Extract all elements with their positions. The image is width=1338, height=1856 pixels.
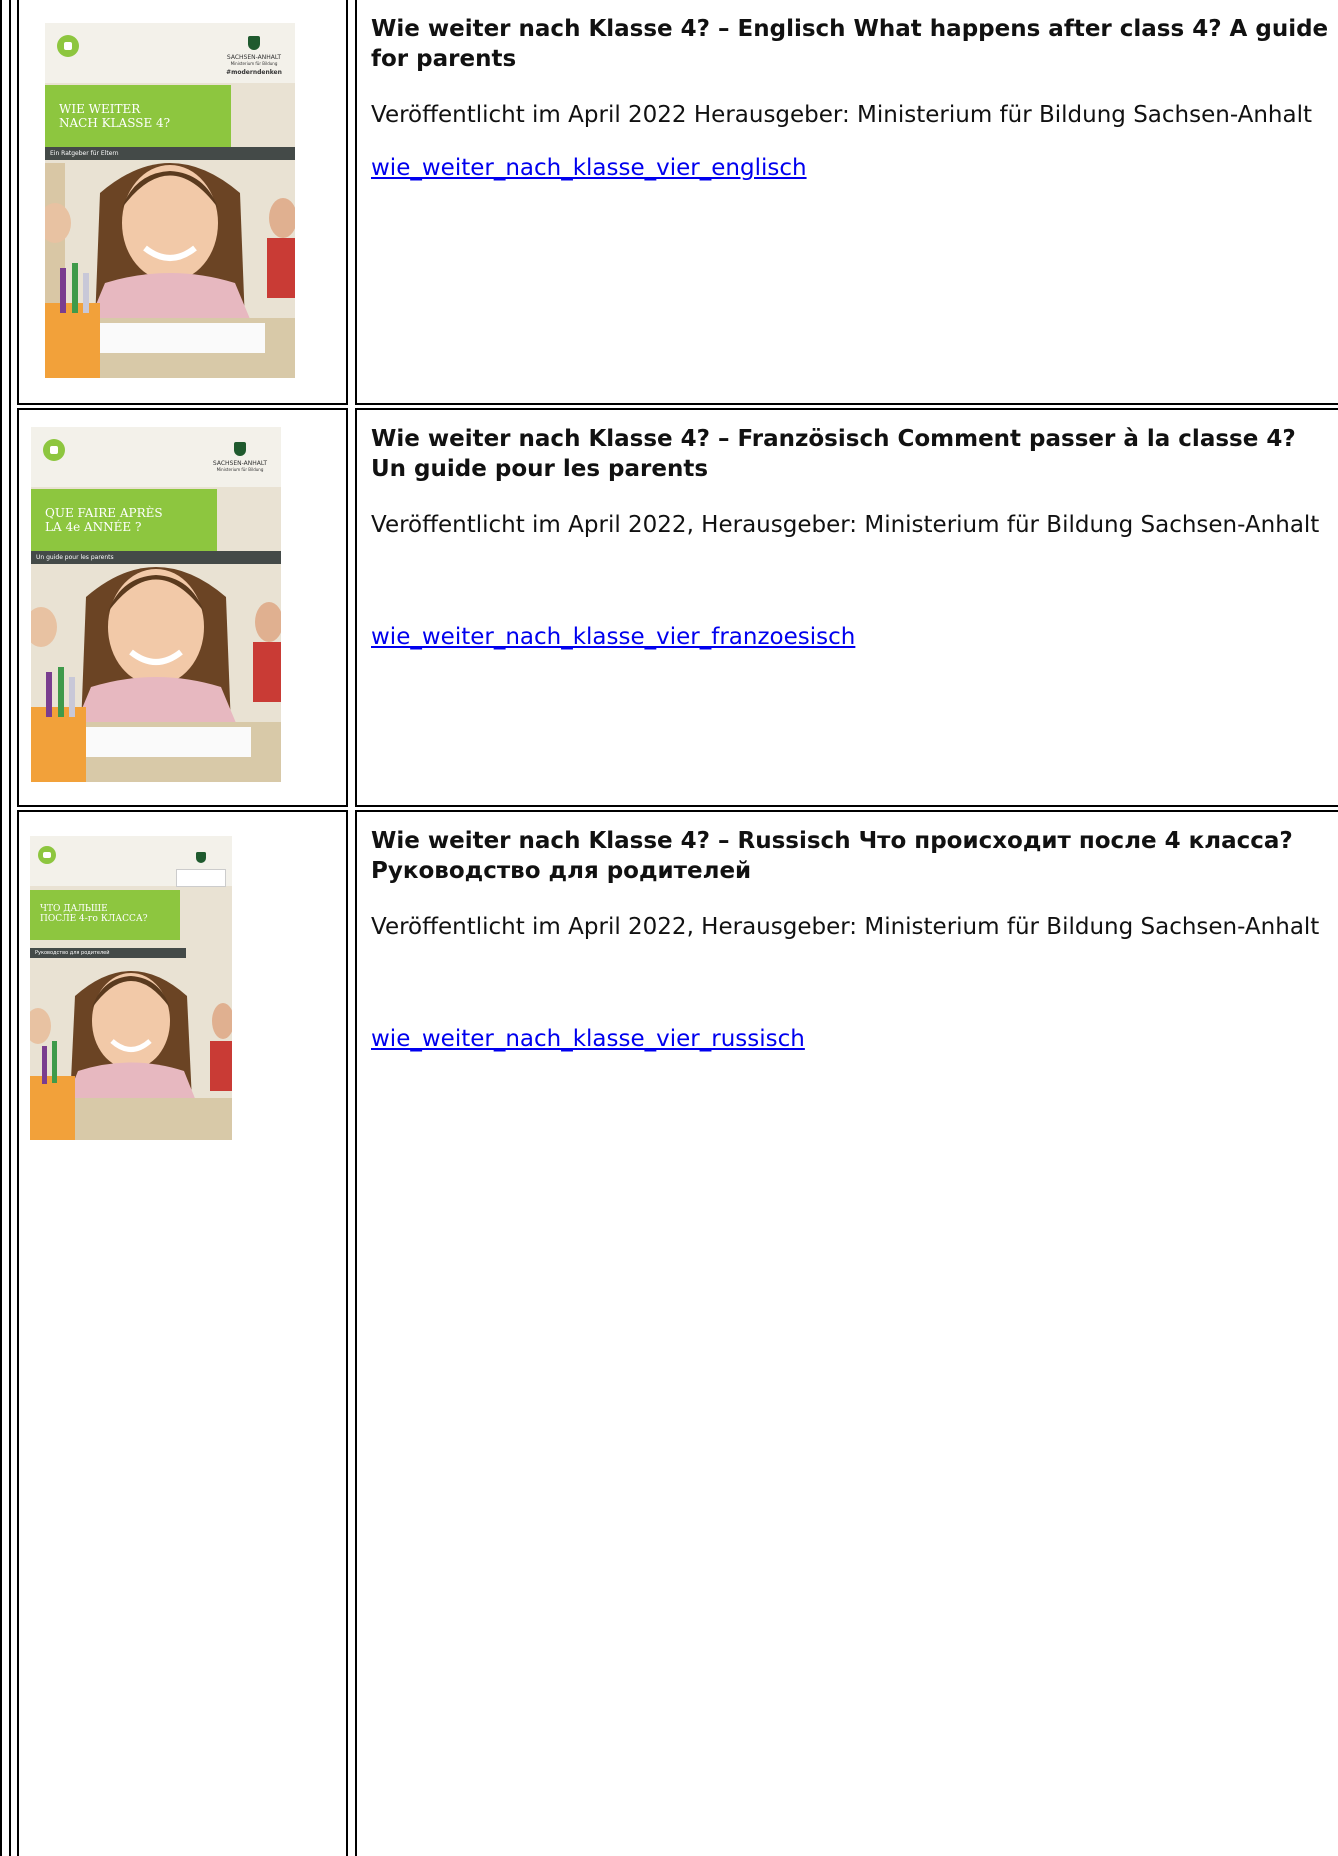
entry-title: Wie weiter nach Klasse 4? – Englisch Wha… bbox=[371, 16, 1329, 72]
cover-subtitle-band: Un guide pour les parents bbox=[31, 551, 281, 564]
book-icon bbox=[57, 35, 79, 57]
cover-photo bbox=[31, 427, 281, 782]
publication-info: Veröffentlicht im April 2022, Herausgebe… bbox=[371, 512, 1320, 538]
cover-photo bbox=[45, 23, 295, 378]
thumbnail-cell: SACHSEN-ANHALT Ministerium für Bildung Q… bbox=[17, 408, 348, 807]
state-logo: SACHSEN-ANHALT Ministerium für Bildung #… bbox=[219, 35, 289, 76]
brochure-cover-image[interactable]: SACHSEN-ANHALT Ministerium für Bildung #… bbox=[45, 23, 295, 378]
cover-heading-band: QUE FAIRE APRÈS LA 4e ANNÉE ? bbox=[31, 489, 217, 551]
brochure-cover-image[interactable]: SACHSEN-ANHALT Ministerium für Bildung Q… bbox=[31, 427, 281, 782]
table-row: ЧТО ДАЛЬШЕ ПОСЛЕ 4-го КЛАССА? Руководств… bbox=[17, 810, 1338, 1856]
publication-info: Veröffentlicht im April 2022, Herausgebe… bbox=[371, 914, 1320, 940]
thumbnail-cell: ЧТО ДАЛЬШЕ ПОСЛЕ 4-го КЛАССА? Руководств… bbox=[17, 810, 348, 1856]
table-row: SACHSEN-ANHALT Ministerium für Bildung Q… bbox=[17, 408, 1338, 807]
cover-subtitle-band: Руководство для родителей bbox=[30, 948, 186, 958]
download-link[interactable]: wie_weiter_nach_klasse_vier_englisch bbox=[371, 153, 807, 183]
left-border bbox=[0, 0, 11, 1856]
cover-heading-band: ЧТО ДАЛЬШЕ ПОСЛЕ 4-го КЛАССА? bbox=[30, 890, 180, 940]
book-icon bbox=[43, 439, 65, 461]
thumbnail-cell: SACHSEN-ANHALT Ministerium für Bildung #… bbox=[17, 0, 348, 405]
description-cell: Wie weiter nach Klasse 4? – Englisch Wha… bbox=[355, 0, 1338, 405]
book-icon bbox=[38, 846, 56, 864]
download-link[interactable]: wie_weiter_nach_klasse_vier_franzoesisch bbox=[371, 622, 855, 652]
table-row: SACHSEN-ANHALT Ministerium für Bildung #… bbox=[17, 0, 1338, 405]
state-logo bbox=[176, 848, 226, 887]
download-link[interactable]: wie_weiter_nach_klasse_vier_russisch bbox=[371, 1024, 805, 1054]
cover-heading-band: WIE WEITER NACH KLASSE 4? bbox=[45, 85, 231, 147]
cover-subtitle-band: Ein Ratgeber für Eltern bbox=[45, 147, 295, 160]
description-cell: Wie weiter nach Klasse 4? – Französisch … bbox=[355, 408, 1338, 807]
entry-title: Wie weiter nach Klasse 4? – Russisch Что… bbox=[371, 828, 1293, 884]
description-cell: Wie weiter nach Klasse 4? – Russisch Что… bbox=[355, 810, 1338, 1856]
brochure-cover-image[interactable]: ЧТО ДАЛЬШЕ ПОСЛЕ 4-го КЛАССА? Руководств… bbox=[30, 836, 232, 1140]
state-logo: SACHSEN-ANHALT Ministerium für Bildung bbox=[205, 441, 275, 472]
entry-title: Wie weiter nach Klasse 4? – Französisch … bbox=[371, 426, 1296, 482]
publication-info: Veröffentlicht im April 2022 Herausgeber… bbox=[371, 102, 1313, 128]
